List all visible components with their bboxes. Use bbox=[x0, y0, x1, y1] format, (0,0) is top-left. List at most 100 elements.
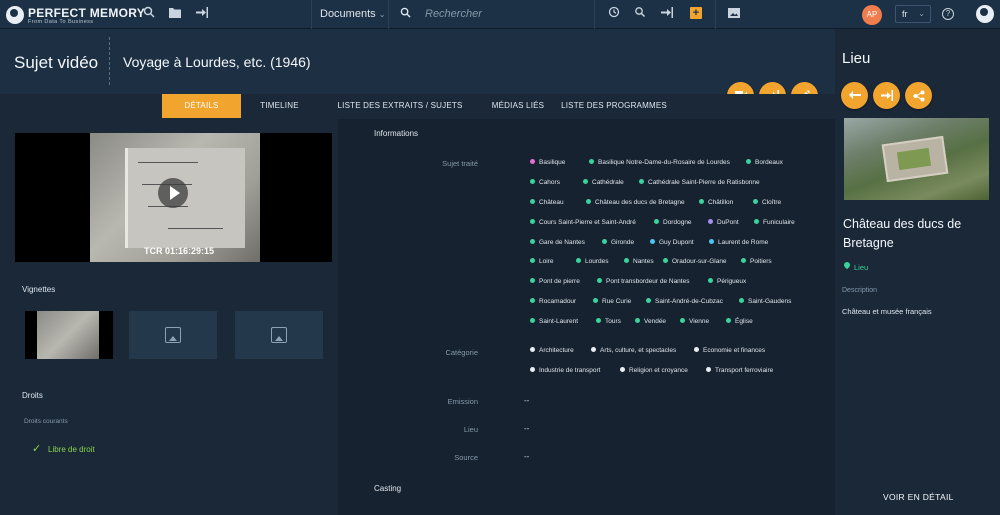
tab-linked-media[interactable]: MÉDIAS LIÉS bbox=[486, 94, 550, 118]
search-icon bbox=[397, 6, 413, 22]
subject-tag[interactable]: Dordogne bbox=[654, 219, 692, 226]
subject-tag-label: Gironde bbox=[611, 239, 635, 246]
category-tag[interactable]: Religion et croyance bbox=[620, 367, 688, 374]
subject-tag[interactable]: Rue Curie bbox=[593, 298, 631, 305]
subject-tag-label: Saint-Gaudens bbox=[748, 298, 792, 305]
subject-tag[interactable]: Gare de Nantes bbox=[530, 239, 585, 246]
subject-tag[interactable]: Rocamadour bbox=[530, 298, 576, 305]
lieu-value: -- bbox=[524, 424, 530, 433]
tab-programs[interactable]: LISTE DES PROGRAMMES bbox=[560, 94, 668, 118]
thumbnail[interactable] bbox=[129, 311, 217, 359]
tag-dot-icon bbox=[639, 179, 644, 184]
subject-tag[interactable]: Basilique bbox=[530, 159, 565, 166]
open-place-button[interactable] bbox=[873, 82, 900, 109]
tag-dot-icon bbox=[706, 367, 711, 372]
subject-tag[interactable]: Vendée bbox=[635, 318, 666, 325]
subject-tag[interactable]: Tours bbox=[596, 318, 621, 325]
subject-tag[interactable]: Cloître bbox=[753, 199, 781, 206]
subject-tag[interactable]: Gironde bbox=[602, 239, 634, 246]
back-button[interactable] bbox=[841, 82, 868, 109]
gallery-icon[interactable] bbox=[726, 6, 742, 22]
history-icon[interactable] bbox=[606, 6, 622, 22]
add-button[interactable]: + bbox=[690, 7, 702, 19]
subject-tag-label: Cloître bbox=[762, 199, 782, 206]
subject-tag[interactable]: Château des ducs de Bretagne bbox=[586, 199, 685, 206]
subject-tag[interactable]: Saint-Laurent bbox=[530, 318, 578, 325]
avatar[interactable]: AP bbox=[862, 5, 882, 25]
subject-tag[interactable]: Église bbox=[726, 318, 753, 325]
subject-tag[interactable]: Cours Saint-Pierre et Saint-André bbox=[530, 219, 636, 226]
subject-tag-label: Église bbox=[735, 318, 753, 325]
subject-tag[interactable]: Bordeaux bbox=[746, 159, 783, 166]
subject-tag-label: Pont transbordeur de Nantes bbox=[606, 278, 690, 285]
subject-tag[interactable]: Lourdes bbox=[576, 258, 609, 265]
place-panel: Lieu Château des ducs de Bretagne Lieu D… bbox=[835, 29, 1000, 515]
folder-icon[interactable] bbox=[167, 6, 183, 22]
category-tag[interactable]: Transport ferroviaire bbox=[706, 367, 773, 374]
import-icon[interactable] bbox=[659, 6, 675, 22]
search-settings-icon[interactable] bbox=[632, 6, 648, 22]
subject-tag[interactable]: Château bbox=[530, 199, 564, 206]
subject-tag-label: Gare de Nantes bbox=[539, 239, 585, 246]
description-label: Description bbox=[842, 287, 878, 294]
place-type: Lieu bbox=[854, 263, 869, 272]
subject-tag-label: Loire bbox=[539, 258, 554, 265]
share-button[interactable] bbox=[905, 82, 932, 109]
thumbnail[interactable] bbox=[25, 311, 113, 359]
category-tag[interactable]: Industrie de transport bbox=[530, 367, 600, 374]
subject-tag-label: Basilique Notre-Dame-du-Rosaire de Lourd… bbox=[598, 159, 730, 166]
category-tag[interactable]: Architecture bbox=[530, 347, 574, 354]
subject-tag[interactable]: Loire bbox=[530, 258, 553, 265]
subject-tag[interactable]: Poitiers bbox=[741, 258, 772, 265]
subject-tag[interactable]: Vienne bbox=[680, 318, 709, 325]
thumbnail-image bbox=[37, 311, 99, 359]
subject-tag[interactable]: Basilique Notre-Dame-du-Rosaire de Lourd… bbox=[589, 159, 730, 166]
subject-tag[interactable]: Saint-Gaudens bbox=[739, 298, 791, 305]
logo[interactable]: PERFECT MEMORY From Data To Business bbox=[6, 4, 145, 26]
video-player[interactable]: TCR 01:16:29:15 bbox=[15, 133, 332, 262]
subject-tag[interactable]: DuPont bbox=[708, 219, 739, 226]
subject-tag-label: Oradour-sur-Glane bbox=[672, 258, 727, 265]
search-icon[interactable] bbox=[141, 6, 157, 22]
tab-timeline[interactable]: TIMELINE bbox=[252, 94, 307, 118]
subject-tag[interactable]: Cathédrale bbox=[583, 179, 624, 186]
language-select[interactable]: fr ⌄ bbox=[895, 5, 931, 23]
documents-label: Documents bbox=[320, 8, 376, 20]
thumbnail[interactable] bbox=[235, 311, 323, 359]
category-label: Catégorie bbox=[445, 348, 478, 357]
subject-tag[interactable]: Saint-André-de-Cubzac bbox=[646, 298, 723, 305]
help-icon[interactable]: ? bbox=[942, 8, 954, 20]
subject-tag[interactable]: Guy Dupont bbox=[650, 239, 694, 246]
subject-tag[interactable]: Cahors bbox=[530, 179, 560, 186]
subject-tag-label: Périgueux bbox=[717, 278, 747, 285]
document-title: Voyage à Lourdes, etc. (1946) bbox=[123, 54, 311, 70]
category-tag[interactable]: Arts, culture, et spectacles bbox=[591, 347, 676, 354]
subject-tag[interactable]: Laurent de Rome bbox=[709, 239, 768, 246]
subject-tag[interactable]: Périgueux bbox=[708, 278, 746, 285]
documents-dropdown[interactable]: Documents ⌄ bbox=[320, 8, 385, 20]
category-tag-label: Industrie de transport bbox=[539, 367, 601, 374]
subject-tag[interactable]: Pont transbordeur de Nantes bbox=[597, 278, 689, 285]
subject-tag[interactable]: Oradour-sur-Glane bbox=[663, 258, 727, 265]
subject-tag[interactable]: Nantes bbox=[624, 258, 654, 265]
category-tag[interactable]: Economie et finances bbox=[694, 347, 765, 354]
tag-dot-icon bbox=[530, 179, 535, 184]
tag-dot-icon bbox=[708, 278, 713, 283]
subject-tag[interactable]: Pont de pierre bbox=[530, 278, 580, 285]
subject-tag-label: Tours bbox=[605, 318, 621, 325]
app-logo-icon[interactable] bbox=[976, 5, 994, 23]
thumbnails-heading: Vignettes bbox=[22, 285, 56, 294]
subject-tag-label: Poitiers bbox=[750, 258, 772, 265]
tag-dot-icon bbox=[596, 318, 601, 323]
play-icon[interactable] bbox=[158, 178, 188, 208]
search-input[interactable]: Rechercher bbox=[425, 8, 482, 20]
tab-details[interactable]: DÉTAILS bbox=[162, 94, 241, 118]
tag-dot-icon bbox=[654, 219, 659, 224]
see-details-button[interactable]: VOIR EN DÉTAIL bbox=[883, 492, 954, 502]
login-arrow-icon[interactable] bbox=[194, 6, 210, 22]
subject-tag[interactable]: Cathédrale Saint-Pierre de Ratisbonne bbox=[639, 179, 760, 186]
subject-tag[interactable]: Châtillon bbox=[699, 199, 733, 206]
tab-extracts[interactable]: LISTE DES EXTRAITS / SUJETS UTILISÉS bbox=[320, 94, 480, 134]
subject-tag[interactable]: Funiculaire bbox=[754, 219, 795, 226]
tag-dot-icon bbox=[530, 298, 535, 303]
